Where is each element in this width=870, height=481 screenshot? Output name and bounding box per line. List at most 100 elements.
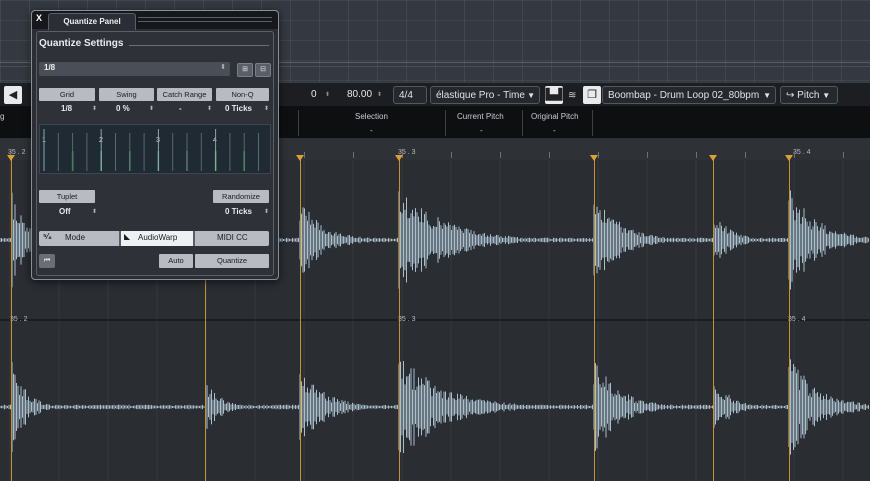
quantize-button[interactable]: Quantize xyxy=(195,254,269,268)
warp-marker[interactable] xyxy=(594,156,595,481)
quantize-grid-display[interactable]: 1 2 3 4 xyxy=(39,124,271,174)
original-pitch-label: Original Pitch xyxy=(531,112,579,121)
divider xyxy=(592,110,593,136)
preset-value: 1/8 xyxy=(44,63,56,72)
selection-label: Selection xyxy=(355,112,388,121)
divider xyxy=(129,45,269,46)
spin-arrows-icon[interactable]: ⬍ xyxy=(377,86,382,104)
quantize-panel: X Quantize Panel Quantize Settings 1/8 ⬍… xyxy=(31,10,279,280)
preset-select[interactable]: 1/8 ⬍ xyxy=(39,62,230,76)
non-q-label: Non-Q xyxy=(216,88,269,101)
lane-label: 35 . 2 xyxy=(10,316,28,323)
tab-quantize-panel[interactable]: Quantize Panel xyxy=(48,13,136,30)
info-fragment: g xyxy=(0,112,5,121)
close-button[interactable]: X xyxy=(36,13,42,23)
randomize-value[interactable]: 0 Ticks xyxy=(225,207,252,216)
audiowarp-icon: ◣ xyxy=(124,232,131,241)
speaker-icon[interactable]: ◀ xyxy=(4,86,22,104)
event-select[interactable]: Boombap - Drum Loop 02_80bpm ▼ xyxy=(602,86,776,104)
ruler-label: 35 . 4 xyxy=(793,149,811,156)
catch-range-value[interactable]: - xyxy=(179,104,182,113)
swing-label: Swing xyxy=(99,88,154,101)
mode-button[interactable]: ⁵⁄₈ Mode xyxy=(39,231,119,246)
chevron-down-icon: ▼ xyxy=(763,91,771,100)
event-name-label: Boombap - Drum Loop 02_80bpm xyxy=(608,90,760,101)
split-icon[interactable]: ▙▟ xyxy=(545,86,563,104)
ruler-tick xyxy=(696,152,697,158)
pitch-arrow-icon: ↪ xyxy=(786,90,795,101)
grid-lines xyxy=(43,129,259,171)
algorithm-select[interactable]: élastique Pro - Time ▼ xyxy=(430,86,540,104)
lane-label: 35 . 4 xyxy=(788,316,806,323)
warp-marker[interactable] xyxy=(789,156,790,481)
event-icon[interactable]: ❐ xyxy=(583,86,601,104)
waveform-path xyxy=(0,359,869,455)
audiowarp-button[interactable]: ◣ AudioWarp xyxy=(121,231,193,246)
quantize-mode-icon: ⁵⁄₈ xyxy=(43,232,52,241)
ruler-tick xyxy=(794,152,795,158)
current-pitch-value[interactable]: - xyxy=(480,126,483,135)
divider xyxy=(522,110,523,136)
chevron-down-icon: ▼ xyxy=(527,91,535,100)
divider xyxy=(298,110,299,136)
ruler-tick xyxy=(549,152,550,158)
mode-label: Mode xyxy=(65,233,86,242)
warp-marker[interactable] xyxy=(399,156,400,481)
ruler-tick xyxy=(353,152,354,158)
warp-marker-handle[interactable] xyxy=(7,155,15,161)
grid-label: Grid xyxy=(39,88,95,101)
non-q-value[interactable]: 0 Ticks xyxy=(225,104,252,113)
swing-value[interactable]: 0 % xyxy=(116,104,130,113)
divider xyxy=(138,17,272,18)
original-pitch-value[interactable]: - xyxy=(553,126,556,135)
warp-marker[interactable] xyxy=(713,156,714,481)
tempo-value[interactable]: 80.00 xyxy=(347,86,372,104)
lane-label: 35 . 3 xyxy=(398,316,416,323)
chevron-down-icon: ▼ xyxy=(822,91,831,100)
midi-cc-label: MIDI CC xyxy=(217,233,248,242)
tuplet-label: Tuplet xyxy=(39,190,95,203)
warp-marker[interactable] xyxy=(300,156,301,481)
pitch-label: Pitch xyxy=(797,90,820,101)
spin-arrows-icon[interactable]: ⬍ xyxy=(149,105,154,112)
warp-marker-handle[interactable] xyxy=(590,155,598,161)
time-signature-field[interactable]: 4/4 xyxy=(393,86,427,104)
spin-arrows-icon[interactable]: ⬍ xyxy=(264,105,269,112)
ruler-tick xyxy=(451,152,452,158)
algorithm-label: élastique Pro - Time xyxy=(436,90,525,101)
warp-marker-handle[interactable] xyxy=(709,155,717,161)
reset-icon[interactable]: ⏮ xyxy=(39,254,55,268)
current-pitch-label: Current Pitch xyxy=(457,112,504,121)
ruler-tick xyxy=(647,152,648,158)
warp-marker-handle[interactable] xyxy=(296,155,304,161)
layers-icon[interactable]: ≋ xyxy=(568,90,576,101)
ruler-tick xyxy=(745,152,746,158)
panel-titlebar[interactable]: X Quantize Panel xyxy=(32,11,278,30)
ruler-tick xyxy=(304,152,305,158)
randomize-label: Randomize xyxy=(213,190,269,203)
spin-arrows-icon: ⬍ xyxy=(220,64,226,71)
spin-arrows-icon[interactable]: ⬍ xyxy=(92,208,97,215)
spin-arrows-icon[interactable]: ⬍ xyxy=(207,105,212,112)
ruler-tick xyxy=(500,152,501,158)
section-title: Quantize Settings xyxy=(39,38,124,49)
grid-value[interactable]: 1/8 xyxy=(61,104,72,113)
warp-marker[interactable] xyxy=(11,156,12,481)
spin-arrows-icon[interactable]: ⬍ xyxy=(325,86,330,104)
warp-marker-handle[interactable] xyxy=(395,155,403,161)
warp-marker-handle[interactable] xyxy=(785,155,793,161)
mode-bar: ⁵⁄₈ Mode ◣ AudioWarp MIDI CC xyxy=(39,231,269,246)
pitch-button[interactable]: ↪ Pitch ▼ xyxy=(780,86,838,104)
spin-arrows-icon[interactable]: ⬍ xyxy=(92,105,97,112)
midi-cc-button[interactable]: MIDI CC xyxy=(195,231,269,246)
auto-button[interactable]: Auto xyxy=(159,254,193,268)
selection-value[interactable]: - xyxy=(370,126,373,135)
spin-arrows-icon[interactable]: ⬍ xyxy=(264,208,269,215)
tuplet-value[interactable]: Off xyxy=(59,207,71,216)
audiowarp-label: AudioWarp xyxy=(138,233,178,242)
ruler-tick xyxy=(843,152,844,158)
divider xyxy=(138,21,272,22)
delete-preset-icon[interactable]: ⊟ xyxy=(255,63,271,77)
offset-value[interactable]: 0 xyxy=(311,86,317,104)
save-preset-icon[interactable]: ⊞ xyxy=(237,63,253,77)
